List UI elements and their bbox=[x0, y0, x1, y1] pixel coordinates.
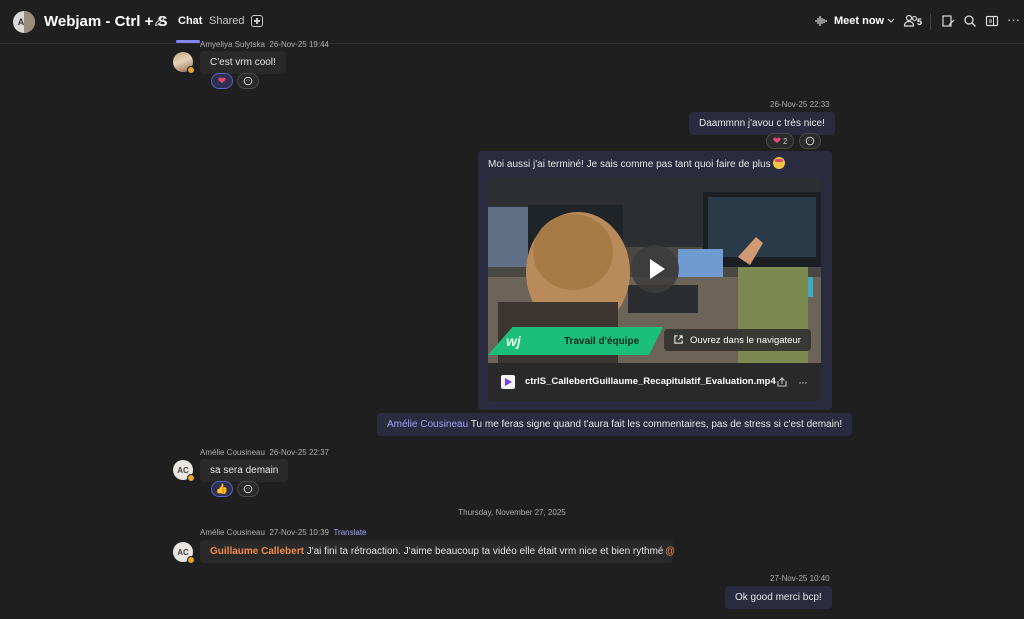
add-reaction-icon bbox=[243, 76, 253, 86]
message-meta: Amyeliya Sulytska 26-Nov-25 19:44 bbox=[200, 40, 329, 49]
video-preview[interactable]: wj Travail d'équipe Ouvrez dans le navig… bbox=[488, 177, 821, 363]
avatar[interactable] bbox=[173, 52, 195, 74]
play-button[interactable] bbox=[631, 245, 679, 293]
heart-reaction[interactable]: ❤ bbox=[211, 73, 233, 89]
chat-header: A Webjam - Ctrl + S Chat Shared Meet now… bbox=[0, 0, 1024, 44]
message-bubble: Ok good merci bcp! bbox=[725, 586, 832, 609]
heart-reaction[interactable]: ❤ 2 bbox=[766, 133, 794, 149]
heart-emoji: ❤ bbox=[772, 135, 781, 147]
video-file-icon bbox=[501, 375, 515, 389]
file-more-icon[interactable]: ··· bbox=[798, 375, 808, 389]
video-banner-text: Travail d'équipe bbox=[564, 336, 640, 347]
avatar[interactable]: AC bbox=[173, 542, 195, 564]
message-time: 26-Nov-25 22:33 bbox=[770, 100, 830, 109]
message-meta: Amélie Cousineau 26-Nov-25 22:37 bbox=[200, 448, 329, 457]
chevron-down-icon[interactable] bbox=[886, 13, 896, 29]
message-bubble: Daammnn j'avou c très nice! bbox=[689, 112, 835, 135]
edit-icon[interactable] bbox=[153, 14, 167, 28]
message-bubble: sa sera demain bbox=[200, 459, 289, 482]
star-struck-emoji bbox=[773, 157, 786, 169]
audio-wave-icon bbox=[815, 16, 827, 26]
add-tab-icon[interactable] bbox=[251, 15, 263, 27]
mention[interactable]: Amélie Cousineau bbox=[387, 419, 468, 430]
message-bubble: C'est vrm cool! bbox=[200, 51, 286, 74]
message-time: 27-Nov-25 10:40 bbox=[770, 574, 830, 583]
date-separator: Thursday, November 27, 2025 bbox=[458, 508, 566, 517]
message-meta: Amélie Cousineau 27-Nov-25 10:39 Transla… bbox=[200, 528, 367, 537]
file-attachment[interactable]: ctrlS_CallebertGuillaume_Recapitulatif_E… bbox=[488, 363, 821, 401]
add-reaction-button[interactable] bbox=[237, 73, 259, 89]
message-bubble: Guillaume Callebert J'ai fini ta rétroac… bbox=[200, 540, 674, 563]
status-away-icon bbox=[187, 66, 195, 74]
more-icon[interactable]: ··· bbox=[1007, 12, 1023, 28]
heart-emoji: ❤ bbox=[217, 75, 227, 87]
tab-shared[interactable]: Shared bbox=[209, 15, 244, 27]
tab-chat[interactable]: Chat bbox=[178, 15, 202, 27]
add-reaction-button[interactable] bbox=[237, 481, 259, 497]
add-reaction-icon bbox=[243, 484, 253, 494]
share-icon[interactable] bbox=[776, 376, 788, 388]
chat-title[interactable]: Webjam - Ctrl + S bbox=[44, 13, 168, 30]
status-away-icon bbox=[187, 556, 195, 564]
message-text: Moi aussi j'ai terminé! Je sais comme pa… bbox=[488, 157, 786, 170]
file-name[interactable]: ctrlS_CallebertGuillaume_Recapitulatif_E… bbox=[525, 376, 776, 387]
participants-count: 5 bbox=[917, 17, 923, 27]
popout-icon[interactable] bbox=[940, 13, 956, 29]
search-icon[interactable] bbox=[962, 13, 978, 29]
webjam-logo: wj bbox=[506, 333, 521, 349]
meet-now-button[interactable]: Meet now bbox=[834, 15, 884, 27]
translate-link[interactable]: Translate bbox=[333, 528, 366, 537]
add-reaction-button[interactable] bbox=[799, 133, 821, 149]
open-external-icon bbox=[674, 335, 683, 344]
video-message: Moi aussi j'ai terminé! Je sais comme pa… bbox=[478, 151, 832, 410]
avatar[interactable]: AC bbox=[173, 460, 195, 482]
add-reaction-icon bbox=[805, 136, 815, 146]
message-bubble: Amélie Cousineau Tu me feras signe quand… bbox=[377, 413, 853, 436]
thumbs-up-reaction[interactable]: 👍 bbox=[211, 481, 233, 497]
mention-indicator-icon: @ bbox=[665, 546, 676, 557]
status-away-icon bbox=[187, 474, 195, 482]
side-panel-icon[interactable] bbox=[984, 13, 1000, 29]
toolbar-divider bbox=[930, 14, 931, 30]
open-in-browser-button[interactable]: Ouvrez dans le navigateur bbox=[664, 329, 811, 351]
thumbs-up-emoji: 👍 bbox=[215, 483, 229, 495]
mention[interactable]: Guillaume Callebert bbox=[210, 546, 304, 557]
active-tab-indicator bbox=[176, 40, 200, 43]
group-avatar[interactable]: A bbox=[13, 11, 35, 33]
